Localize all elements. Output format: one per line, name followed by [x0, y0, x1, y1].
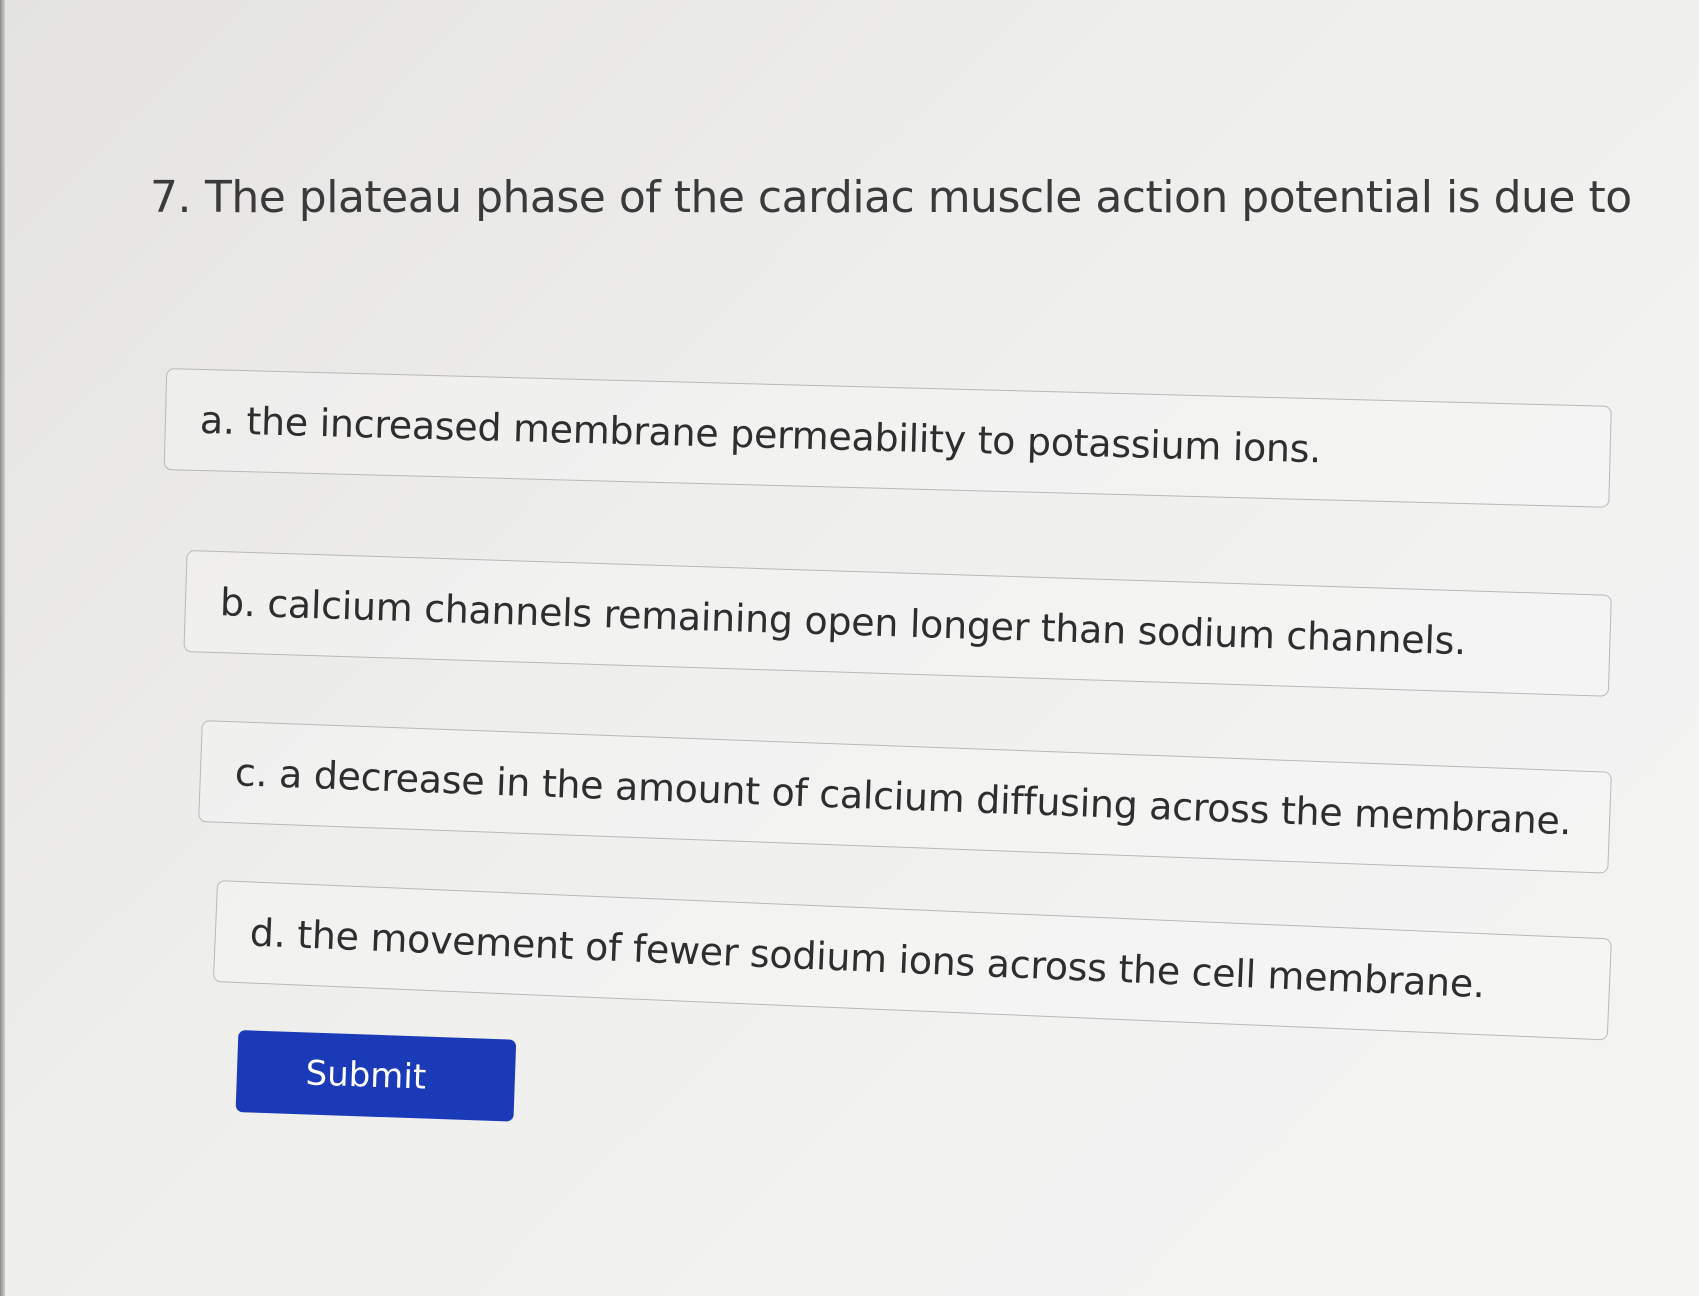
- option-text: a decrease in the amount of calcium diff…: [278, 751, 1573, 844]
- question-number: 7.: [150, 172, 191, 223]
- question-text: The plateau phase of the cardiac muscle …: [204, 172, 1632, 223]
- option-text: the increased membrane permeability to p…: [245, 399, 1322, 472]
- answer-option-a[interactable]: a. the increased membrane permeability t…: [163, 368, 1612, 508]
- option-letter: c.: [234, 750, 269, 796]
- option-letter: b.: [219, 580, 257, 626]
- option-letter: d.: [249, 910, 287, 956]
- answer-option-c[interactable]: c. a decrease in the amount of calcium d…: [198, 720, 1612, 874]
- submit-button[interactable]: Submit: [235, 1030, 517, 1122]
- question-prompt: 7. The plateau phase of the cardiac muscl…: [150, 172, 1632, 223]
- option-text: the movement of fewer sodium ions across…: [296, 912, 1486, 1007]
- answer-option-b[interactable]: b. calcium channels remaining open longe…: [183, 550, 1612, 697]
- monitor-bezel-edge: [0, 0, 5, 1296]
- option-letter: a.: [199, 397, 236, 443]
- option-text: calcium channels remaining open longer t…: [266, 581, 1467, 664]
- answer-option-d[interactable]: d. the movement of fewer sodium ions acr…: [212, 880, 1612, 1041]
